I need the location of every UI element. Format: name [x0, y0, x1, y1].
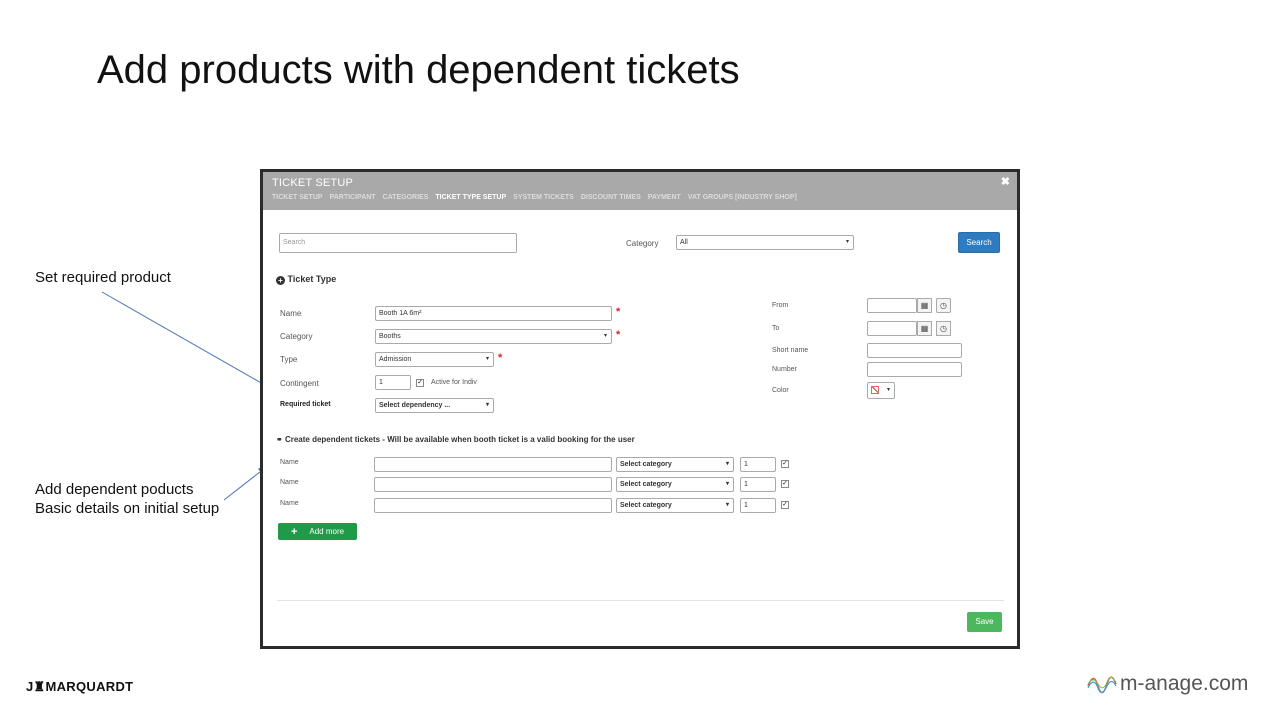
chevron-down-icon: ▾	[603, 333, 607, 339]
marquardt-logo: J♜MARQUARDT	[26, 679, 134, 694]
dependent-category-select[interactable]: Select category ▾	[616, 477, 734, 492]
arrow-to-dependent-tickets	[223, 466, 267, 501]
link-icon: ⚭	[276, 435, 283, 444]
save-button[interactable]: Save	[967, 612, 1002, 632]
m-anage-brand-text: m-anage.com	[1120, 672, 1249, 695]
dependent-name-input[interactable]	[374, 457, 612, 472]
active-for-indiv-checkbox[interactable]: ✓	[416, 379, 424, 387]
close-icon[interactable]: ✖	[1001, 175, 1010, 188]
chevron-down-icon: ▾	[725, 461, 729, 467]
dependent-name-label: Name	[280, 500, 299, 507]
footer-divider	[277, 600, 1004, 601]
calendar-icon[interactable]: ▦	[917, 321, 932, 336]
contingent-input[interactable]: 1	[375, 375, 411, 390]
search-input[interactable]: Search	[279, 233, 517, 253]
color-picker[interactable]: ▾	[867, 382, 895, 399]
dependent-name-input[interactable]	[374, 498, 612, 513]
from-date-input[interactable]	[867, 298, 917, 313]
required-ticket-label: Required ticket	[280, 401, 331, 408]
category-filter-value: All	[680, 239, 688, 246]
dependent-name-label: Name	[280, 479, 299, 486]
annotation-add-dependent-products: Add dependent poducts Basic details on i…	[35, 480, 219, 518]
clock-icon[interactable]: ◷	[936, 321, 951, 336]
required-marker: *	[616, 306, 621, 318]
dialog-title: TICKET SETUP	[272, 177, 354, 189]
to-label: To	[772, 325, 780, 332]
wave-icon	[1087, 676, 1117, 694]
type-label: Type	[280, 355, 298, 364]
dependent-category-select[interactable]: Select category ▾	[616, 498, 734, 513]
category-filter-select[interactable]: All ▾	[676, 235, 854, 250]
required-marker: *	[498, 352, 503, 364]
dependent-tickets-heading: ⚭ Create dependent tickets - Will be ava…	[276, 435, 635, 444]
contingent-label: Contingent	[280, 379, 319, 388]
tab-payment[interactable]: PAYMENT	[648, 194, 681, 201]
number-label: Number	[772, 366, 797, 373]
tab-system-tickets[interactable]: SYSTEM TICKETS	[513, 194, 574, 201]
dependent-name-label: Name	[280, 459, 299, 466]
chevron-down-icon: ▾	[725, 481, 729, 487]
chevron-down-icon: ▾	[725, 502, 729, 508]
tab-categories[interactable]: CATEGORIES	[383, 194, 429, 201]
ticket-type-heading-text: Ticket Type	[287, 274, 337, 284]
chevron-down-icon: ▾	[845, 239, 849, 245]
slide-title: Add products with dependent tickets	[97, 48, 740, 92]
name-label: Name	[280, 309, 302, 318]
plus-icon: +	[290, 525, 298, 538]
dialog-tabs: TICKET SETUP PARTICIPANT CATEGORIES TICK…	[272, 194, 797, 201]
chevron-down-icon: ▾	[485, 356, 489, 362]
annotation-line: Add dependent poducts	[35, 481, 194, 498]
name-input[interactable]: Booth 1A 6m²	[375, 306, 612, 321]
dependent-name-input[interactable]	[374, 477, 612, 492]
add-more-button[interactable]: + Add more	[278, 523, 357, 540]
annotation-set-required-product: Set required product	[35, 269, 171, 286]
category-filter-label: Category	[626, 239, 659, 248]
tab-discount-times[interactable]: DISCOUNT TIMES	[581, 194, 641, 201]
arrow-to-required-ticket	[101, 291, 272, 389]
required-marker: *	[616, 329, 621, 341]
tab-vat-groups[interactable]: VAT GROUPS [INDUSTRY SHOP]	[688, 194, 797, 201]
chevron-down-icon: ▾	[485, 402, 489, 408]
search-button[interactable]: Search	[958, 232, 1000, 253]
dependent-qty-input[interactable]: 1	[740, 498, 776, 513]
tab-participant[interactable]: PARTICIPANT	[330, 194, 376, 201]
annotation-line: Basic details on initial setup	[35, 500, 220, 517]
required-ticket-select[interactable]: Select dependency ... ▾	[375, 398, 494, 413]
to-date-input[interactable]	[867, 321, 917, 336]
m-anage-logo: m-anage.com	[1087, 672, 1248, 696]
dialog-header: TICKET SETUP ✖ TICKET SETUP PARTICIPANT …	[263, 172, 1017, 210]
short-name-label: Short name	[772, 347, 809, 354]
dependent-category-value: Select category	[620, 502, 672, 509]
plus-circle-icon: +	[276, 276, 285, 285]
category-select[interactable]: Booths ▾	[375, 329, 612, 344]
dependent-active-checkbox[interactable]: ✓	[781, 480, 789, 488]
ticket-type-heading: + Ticket Type	[276, 274, 336, 285]
dependent-category-select[interactable]: Select category ▾	[616, 457, 734, 472]
ticket-setup-dialog: TICKET SETUP ✖ TICKET SETUP PARTICIPANT …	[260, 169, 1020, 649]
dependent-active-checkbox[interactable]: ✓	[781, 501, 789, 509]
required-ticket-value: Select dependency ...	[379, 402, 451, 409]
from-label: From	[772, 302, 789, 309]
color-label: Color	[772, 387, 789, 394]
active-for-indiv-label: Active for Indiv	[431, 379, 477, 386]
chevron-down-icon: ▾	[886, 387, 890, 393]
short-name-input[interactable]	[867, 343, 962, 358]
category-label: Category	[280, 332, 313, 341]
dependent-active-checkbox[interactable]: ✓	[781, 460, 789, 468]
dependent-tickets-heading-text: Create dependent tickets - Will be avail…	[284, 435, 635, 444]
tab-ticket-type-setup[interactable]: TICKET TYPE SETUP	[435, 194, 506, 201]
clock-icon[interactable]: ◷	[936, 298, 951, 313]
calendar-icon[interactable]: ▦	[917, 298, 932, 313]
dependent-qty-input[interactable]: 1	[740, 457, 776, 472]
add-more-label: Add more	[309, 527, 345, 536]
number-input[interactable]	[867, 362, 962, 377]
dependent-category-value: Select category	[620, 481, 672, 488]
tab-ticket-setup[interactable]: TICKET SETUP	[272, 194, 323, 201]
category-value: Booths	[379, 333, 401, 340]
dependent-category-value: Select category	[620, 461, 672, 468]
type-select[interactable]: Admission ▾	[375, 352, 494, 367]
no-color-icon	[871, 386, 879, 394]
type-value: Admission	[379, 356, 412, 363]
dependent-qty-input[interactable]: 1	[740, 477, 776, 492]
